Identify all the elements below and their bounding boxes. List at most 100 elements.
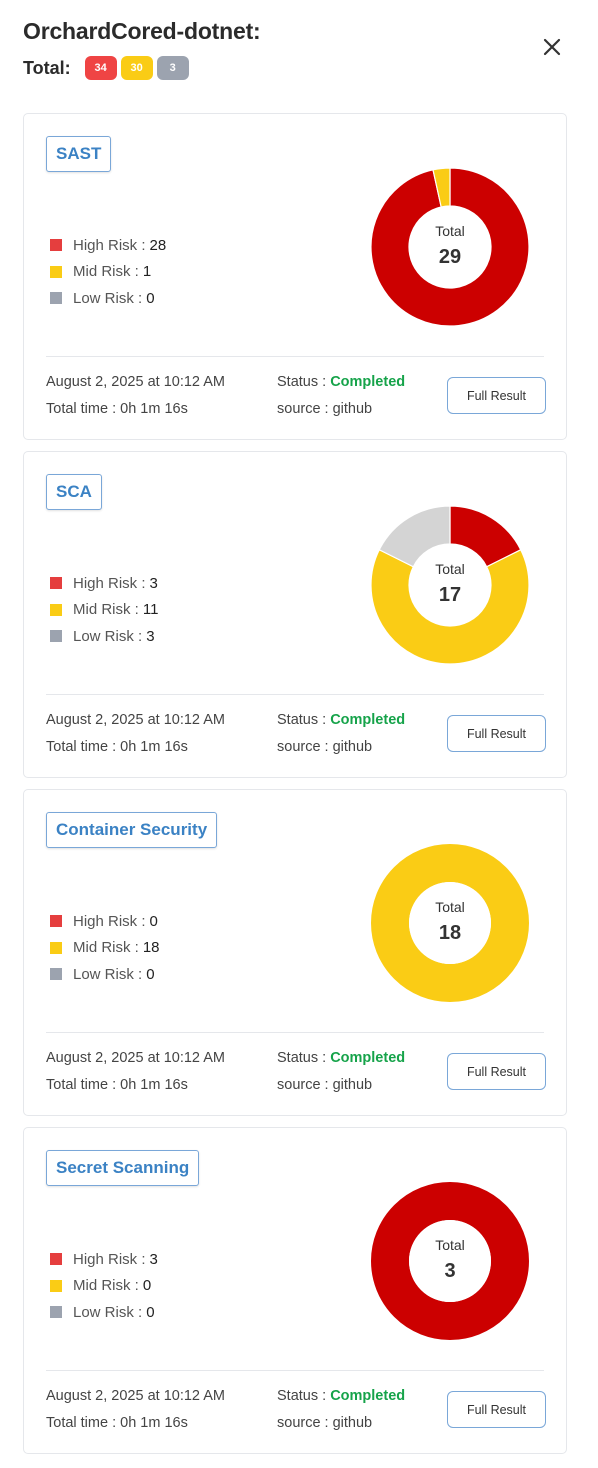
risk-legend: High Risk : 0 Mid Risk : 18 Low Risk : 0 xyxy=(50,908,160,988)
scan-meta-right: Status : Completed source : github xyxy=(277,1048,405,1101)
scan-status: Status : Completed xyxy=(277,372,405,399)
legend-label: High Risk : xyxy=(73,1250,146,1268)
donut-hole xyxy=(409,206,491,288)
scan-type-tag[interactable]: Secret Scanning xyxy=(46,1150,200,1186)
status-label: Status : xyxy=(277,712,327,728)
low-risk-swatch xyxy=(50,968,62,981)
high-risk-swatch xyxy=(50,577,62,590)
card-divider xyxy=(46,356,544,357)
legend-value: 18 xyxy=(142,939,160,957)
legend-label: Low Risk : xyxy=(73,289,143,307)
total-summary: Total: 34 30 3 xyxy=(23,56,193,80)
high-risk-swatch xyxy=(50,915,62,928)
status-label: Status : xyxy=(277,1050,327,1066)
status-label: Status : xyxy=(277,374,327,390)
scan-date: August 2, 2025 at 10:12 AM xyxy=(46,712,225,728)
legend-value: 0 xyxy=(146,1303,155,1321)
status-value: Completed xyxy=(330,374,406,390)
scan-meta-left: August 2, 2025 at 10:12 AM Total time : … xyxy=(46,1386,225,1439)
scan-status: Status : Completed xyxy=(277,1048,405,1075)
legend-label: Mid Risk : xyxy=(73,1277,139,1295)
legend-value: 0 xyxy=(149,912,158,930)
status-value: Completed xyxy=(330,1388,406,1404)
status-label: Status : xyxy=(277,1388,327,1404)
low-risk-swatch xyxy=(50,1306,62,1319)
low-risk-swatch xyxy=(50,292,62,305)
mid-risk-count-badge: 30 xyxy=(120,56,153,80)
risk-legend: High Risk : 28 Mid Risk : 1 Low Risk : 0 xyxy=(50,232,166,312)
scan-date: August 2, 2025 at 10:12 AM xyxy=(46,1050,225,1066)
scan-type-tag[interactable]: SAST xyxy=(46,136,112,172)
legend-mid-risk: Mid Risk : 18 xyxy=(50,935,160,962)
legend-high-risk: High Risk : 0 xyxy=(50,908,160,935)
full-result-button[interactable]: Full Result xyxy=(447,377,546,414)
page-title: OrchardCored-dotnet: xyxy=(23,18,261,44)
legend-value: 0 xyxy=(146,965,155,983)
donut-svg xyxy=(370,167,530,327)
donut-svg xyxy=(371,844,529,1002)
high-risk-count-badge: 34 xyxy=(84,56,117,80)
scan-source: source : github xyxy=(277,1076,373,1093)
donut-hole xyxy=(409,1220,491,1302)
scan-meta-right: Status : Completed source : github xyxy=(277,1386,405,1439)
risk-donut-chart: Total 29 xyxy=(370,167,530,327)
close-icon xyxy=(543,38,561,56)
scan-type-tag[interactable]: SCA xyxy=(46,474,102,510)
risk-donut-chart: Total 3 xyxy=(370,1181,530,1341)
scan-meta-right: Status : Completed source : github xyxy=(277,710,405,763)
scan-meta-left: August 2, 2025 at 10:12 AM Total time : … xyxy=(46,1048,225,1101)
legend-mid-risk: Mid Risk : 1 xyxy=(50,259,166,286)
scan-total-time: Total time : 0h 1m 16s xyxy=(46,1076,188,1093)
scan-source: source : github xyxy=(277,738,373,755)
mid-risk-swatch xyxy=(50,265,62,278)
donut-svg xyxy=(371,1182,529,1340)
high-risk-swatch xyxy=(50,1253,62,1266)
full-result-button[interactable]: Full Result xyxy=(447,1391,546,1428)
close-button[interactable] xyxy=(532,27,572,67)
donut-svg xyxy=(370,505,530,665)
legend-high-risk: High Risk : 3 xyxy=(50,570,158,597)
mid-risk-swatch xyxy=(50,603,62,616)
legend-value: 3 xyxy=(146,627,155,645)
low-risk-swatch xyxy=(50,630,62,643)
legend-value: 1 xyxy=(142,263,152,281)
scan-card-sca: SCA High Risk : 3 Mid Risk : 11 Low Risk… xyxy=(23,451,567,778)
legend-label: High Risk : xyxy=(73,574,146,592)
risk-donut-chart: Total 17 xyxy=(370,505,530,665)
mid-risk-swatch xyxy=(50,941,62,954)
scan-type-tag[interactable]: Container Security xyxy=(46,812,218,848)
legend-value: 3 xyxy=(149,574,158,592)
scan-total-time: Total time : 0h 1m 16s xyxy=(46,400,188,417)
legend-mid-risk: Mid Risk : 11 xyxy=(50,597,158,624)
scan-meta-left: August 2, 2025 at 10:12 AM Total time : … xyxy=(46,372,225,425)
risk-donut-chart: Total 18 xyxy=(370,843,530,1003)
legend-value: 0 xyxy=(142,1277,152,1295)
scan-total-time: Total time : 0h 1m 16s xyxy=(46,1414,188,1431)
donut-hole xyxy=(409,882,491,964)
status-value: Completed xyxy=(330,712,406,728)
legend-high-risk: High Risk : 28 xyxy=(50,232,166,259)
legend-low-risk: Low Risk : 3 xyxy=(50,623,158,650)
scan-total-time: Total time : 0h 1m 16s xyxy=(46,738,188,755)
full-result-button[interactable]: Full Result xyxy=(447,715,546,752)
legend-value: 3 xyxy=(149,1250,158,1268)
legend-label: Low Risk : xyxy=(73,627,143,645)
high-risk-swatch xyxy=(50,239,62,252)
legend-low-risk: Low Risk : 0 xyxy=(50,961,160,988)
legend-low-risk: Low Risk : 0 xyxy=(50,285,166,312)
scan-date: August 2, 2025 at 10:12 AM xyxy=(46,374,225,390)
scan-card-secret-scanning: Secret Scanning High Risk : 3 Mid Risk :… xyxy=(23,1127,567,1454)
legend-label: Mid Risk : xyxy=(73,939,139,957)
legend-low-risk: Low Risk : 0 xyxy=(50,1299,158,1326)
mid-risk-swatch xyxy=(50,1279,62,1292)
scan-source: source : github xyxy=(277,400,373,417)
scan-source: source : github xyxy=(277,1414,373,1431)
legend-value: 11 xyxy=(142,601,159,619)
scan-status: Status : Completed xyxy=(277,710,405,737)
status-value: Completed xyxy=(330,1050,406,1066)
full-result-button[interactable]: Full Result xyxy=(447,1053,546,1090)
low-risk-count-badge: 3 xyxy=(156,56,189,80)
legend-label: High Risk : xyxy=(73,912,146,930)
risk-legend: High Risk : 3 Mid Risk : 11 Low Risk : 3 xyxy=(50,570,158,650)
scan-status: Status : Completed xyxy=(277,1386,405,1413)
